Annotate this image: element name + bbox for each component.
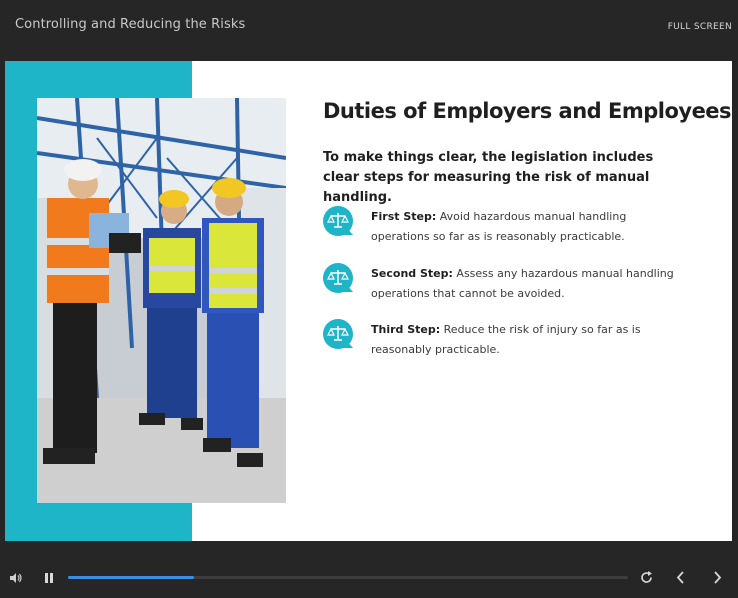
next-icon[interactable]	[711, 570, 723, 590]
player-controls	[0, 560, 738, 598]
previous-icon[interactable]	[675, 570, 687, 590]
replay-icon[interactable]	[639, 570, 654, 590]
top-bar: Controlling and Reducing the Risks FULL …	[0, 0, 738, 60]
volume-icon[interactable]	[9, 571, 23, 590]
fullscreen-button[interactable]: FULL SCREEN	[668, 22, 732, 32]
slide-heading: Duties of Employers and Employees	[323, 99, 732, 123]
slide: Duties of Employers and Employees To mak…	[5, 61, 732, 541]
scales-icon	[322, 205, 354, 237]
progress-fill	[68, 576, 194, 579]
step-label: First Step:	[371, 210, 437, 223]
scales-icon	[322, 262, 354, 294]
step-label: Third Step:	[371, 323, 441, 336]
workers-photo	[37, 98, 286, 503]
step-third: Third Step: Reduce the risk of injury so…	[322, 318, 692, 362]
scales-icon	[322, 318, 354, 350]
pause-icon[interactable]	[43, 571, 55, 590]
step-first: First Step: Avoid hazardous manual handl…	[322, 205, 692, 249]
intro-text: To make things clear, the legislation in…	[323, 150, 654, 205]
step-label: Second Step:	[371, 267, 453, 280]
progress-bar[interactable]	[68, 576, 628, 579]
course-title: Controlling and Reducing the Risks	[15, 17, 246, 32]
step-second: Second Step: Assess any hazardous manual…	[322, 262, 692, 306]
